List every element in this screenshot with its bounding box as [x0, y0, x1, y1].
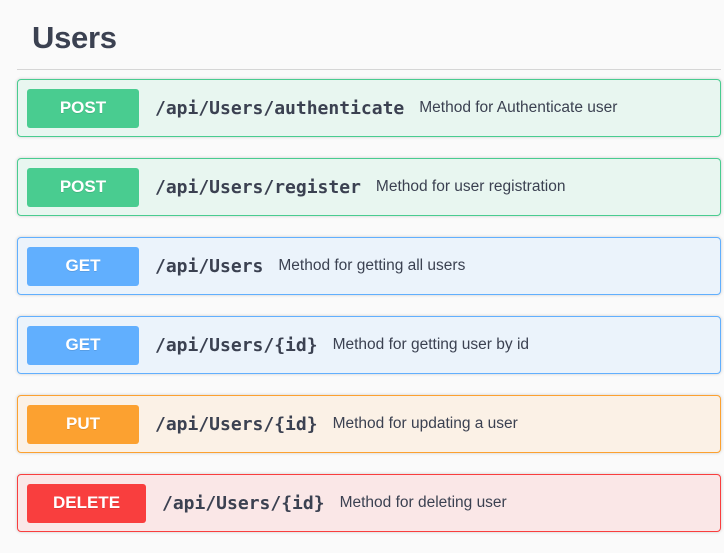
operation-delete-user[interactable]: DELETE /api/Users/{id} Method for deleti…	[17, 474, 721, 532]
operation-path: /api/Users/register	[155, 176, 361, 198]
operation-path: /api/Users	[155, 255, 264, 277]
operation-path: /api/Users/{id}	[155, 334, 318, 356]
operation-description: Method for getting user by id	[332, 336, 530, 353]
operation-path: /api/Users/authenticate	[155, 97, 405, 119]
operation-path: /api/Users/{id}	[162, 492, 325, 514]
operation-post-register[interactable]: POST /api/Users/register Method for user…	[17, 158, 721, 216]
operation-description: Method for Authenticate user	[419, 99, 618, 116]
operation-description: Method for getting all users	[278, 257, 466, 274]
operation-description: Method for user registration	[375, 178, 566, 195]
operation-path: /api/Users/{id}	[155, 413, 318, 435]
operation-description: Method for deleting user	[339, 494, 507, 511]
operation-put-user[interactable]: PUT /api/Users/{id} Method for updating …	[17, 395, 721, 453]
operation-get-users[interactable]: GET /api/Users Method for getting all us…	[17, 237, 721, 295]
users-section-header[interactable]: Users	[17, 8, 721, 70]
operation-post-authenticate[interactable]: POST /api/Users/authenticate Method for …	[17, 79, 721, 137]
operation-get-user-by-id[interactable]: GET /api/Users/{id} Method for getting u…	[17, 316, 721, 374]
method-badge: PUT	[27, 404, 139, 444]
operations-list: POST /api/Users/authenticate Method for …	[17, 79, 721, 532]
section-title: Users	[32, 20, 117, 55]
method-badge: POST	[27, 167, 139, 207]
method-badge: GET	[27, 246, 139, 286]
method-badge: GET	[27, 325, 139, 365]
method-badge: DELETE	[27, 483, 146, 523]
method-badge: POST	[27, 88, 139, 128]
operation-description: Method for updating a user	[332, 415, 518, 432]
